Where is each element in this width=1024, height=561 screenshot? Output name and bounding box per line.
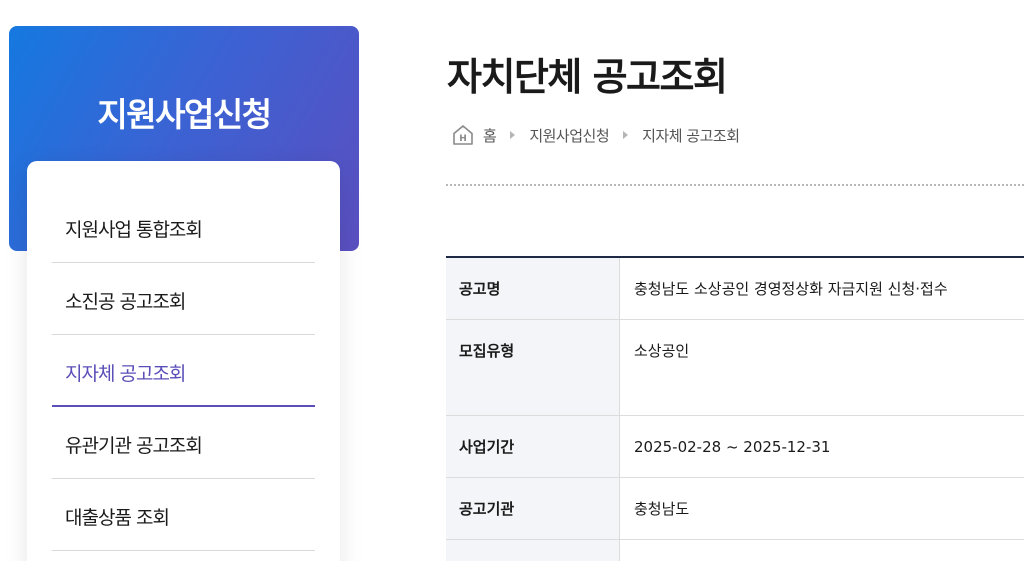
sidebar-item-related-org-notices[interactable]: 유관기관 공고조회 (52, 407, 315, 479)
table-row: 사업기간 2025-02-28 ~ 2025-12-31 (446, 416, 1024, 478)
table-row: 공고기관 충청남도 (446, 478, 1024, 540)
sidebar-menu: 지원사업 통합조회 소진공 공고조회 지자체 공고조회 유관기관 공고조회 대출… (27, 161, 340, 561)
sidebar-title: 지원사업신청 (97, 95, 272, 134)
breadcrumb-home[interactable]: 홈 (483, 125, 497, 146)
row-value: 충청남도 소상공인 경영정상화 자금지원 신청·접수 (634, 280, 948, 298)
breadcrumb-current: 지자체 공고조회 (642, 126, 740, 145)
notice-detail-table: 공고명 충청남도 소상공인 경영정상화 자금지원 신청·접수 모집유형 소상공인… (446, 256, 1024, 561)
row-value: 충청남도 (634, 500, 690, 518)
row-label: 공고기관 (446, 478, 620, 539)
breadcrumb-support-apply[interactable]: 지원사업신청 (529, 125, 609, 146)
table-row (446, 540, 1024, 561)
page: 지원사업신청 지원사업 통합조회 소진공 공고조회 지자체 공고조회 유관기관 … (0, 0, 1024, 561)
row-value: 2025-02-28 ~ 2025-12-31 (634, 438, 831, 456)
table-row: 모집유형 소상공인 (446, 320, 1024, 416)
row-label: 공고명 (446, 258, 620, 319)
sidebar-item-loan-products[interactable]: 대출상품 조회 (52, 479, 315, 551)
sidebar-item-local-gov-notices[interactable]: 지자체 공고조회 (52, 335, 315, 407)
chevron-right-icon (623, 131, 629, 139)
row-label (446, 540, 620, 561)
svg-text:H: H (459, 134, 467, 144)
header-divider (446, 184, 1024, 186)
row-value (620, 540, 1024, 561)
sidebar-menu-list: 지원사업 통합조회 소진공 공고조회 지자체 공고조회 유관기관 공고조회 대출… (52, 191, 315, 551)
row-label: 모집유형 (446, 320, 620, 415)
row-label: 사업기간 (446, 416, 620, 477)
home-icon[interactable]: H (451, 123, 475, 147)
sidebar-item-integrated-search[interactable]: 지원사업 통합조회 (52, 191, 315, 263)
page-title: 자치단체 공고조회 (447, 55, 728, 99)
row-value: 소상공인 (634, 342, 690, 360)
table-row: 공고명 충청남도 소상공인 경영정상화 자금지원 신청·접수 (446, 258, 1024, 320)
chevron-right-icon (510, 131, 516, 139)
breadcrumb: H 홈 지원사업신청 지자체 공고조회 (451, 123, 740, 147)
sidebar-item-sbc-notices[interactable]: 소진공 공고조회 (52, 263, 315, 335)
